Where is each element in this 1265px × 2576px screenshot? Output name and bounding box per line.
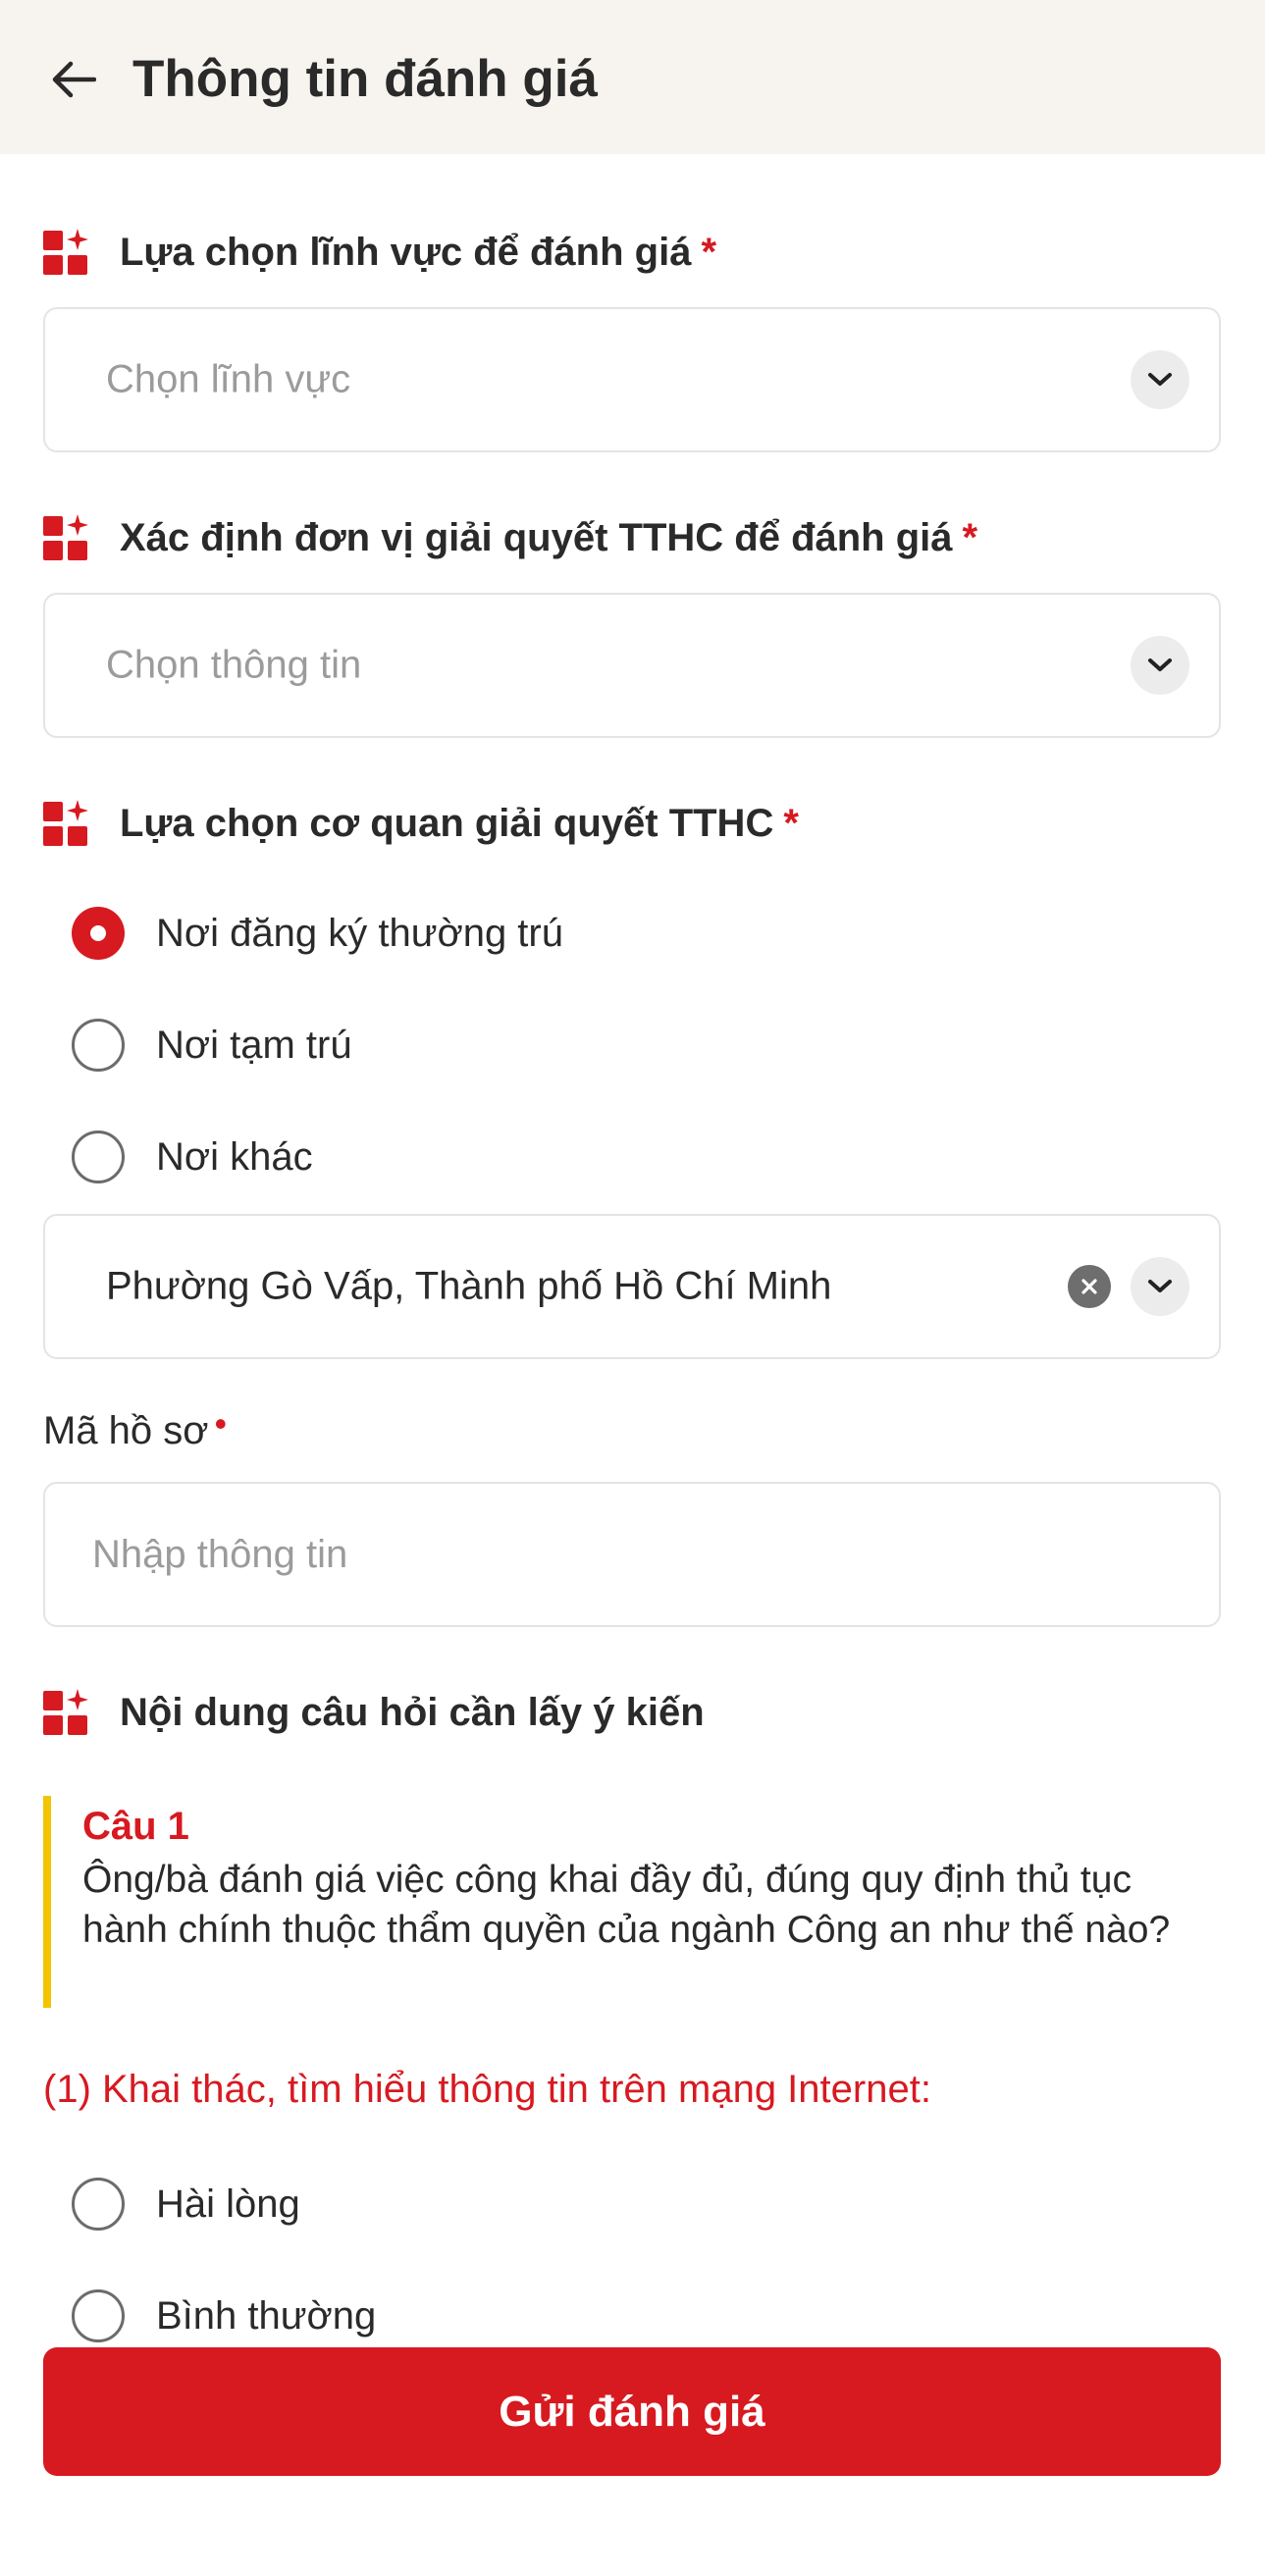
- chevron-down-icon: [1148, 373, 1172, 386]
- field-select-dropdown-button[interactable]: [1131, 350, 1189, 409]
- submit-button[interactable]: Gửi đánh giá: [43, 2347, 1221, 2476]
- section-grid-icon: [43, 514, 88, 560]
- radio-label: Nơi khác: [156, 1134, 313, 1179]
- radio-option-other[interactable]: Nơi khác: [72, 1128, 313, 1186]
- record-code-label-text: Mã hồ sơ: [43, 1409, 209, 1452]
- section-label: Nội dung câu hỏi cần lấy ý kiến: [120, 1690, 705, 1734]
- question-text: Ông/bà đánh giá việc công khai đầy đủ, đ…: [82, 1859, 1171, 1951]
- radio-label: Bình thường: [156, 2293, 377, 2338]
- chevron-down-icon: [1148, 1280, 1172, 1292]
- sub-question-label: (1) Khai thác, tìm hiểu thông tin trên m…: [43, 2068, 931, 2111]
- section-grid-icon: [43, 800, 88, 846]
- record-code-label: Mã hồ sơ •: [43, 1403, 227, 1453]
- radio-button[interactable]: [72, 2178, 125, 2231]
- required-mark: *: [962, 515, 978, 559]
- unit-select[interactable]: Chọn thông tin: [43, 593, 1221, 738]
- section-title-questions: Nội dung câu hỏi cần lấy ý kiến: [43, 1683, 705, 1742]
- back-arrow-icon: [52, 61, 96, 98]
- location-dropdown-button[interactable]: [1131, 1257, 1189, 1316]
- location-clear-button[interactable]: [1068, 1265, 1111, 1308]
- record-code-input[interactable]: [43, 1482, 1221, 1627]
- required-mark: *: [783, 801, 799, 845]
- unit-select-placeholder: Chọn thông tin: [106, 643, 362, 687]
- radio-button[interactable]: [72, 2289, 125, 2342]
- radio-option-satisfied[interactable]: Hài lòng: [72, 2175, 300, 2234]
- radio-option-temporary[interactable]: Nơi tạm trú: [72, 1016, 352, 1075]
- question-title: Câu 1: [82, 1805, 189, 1848]
- field-select[interactable]: Chọn lĩnh vực: [43, 307, 1221, 452]
- section-grid-icon: [43, 229, 88, 275]
- page-title: Thông tin đánh giá: [132, 50, 598, 108]
- section-label: Xác định đơn vị giải quyết TTHC để đánh …: [120, 515, 953, 559]
- clear-icon: [1081, 1279, 1097, 1294]
- radio-label: Nơi tạm trú: [156, 1023, 352, 1067]
- section-title-unit: Xác định đơn vị giải quyết TTHC để đánh …: [43, 508, 977, 567]
- location-select[interactable]: Phường Gò Vấp, Thành phố Hồ Chí Minh: [43, 1214, 1221, 1359]
- question-card: Câu 1 Ông/bà đánh giá việc công khai đầy…: [43, 1796, 1221, 2008]
- required-mark: *: [701, 230, 717, 274]
- radio-button[interactable]: [72, 1130, 125, 1183]
- section-title-agency: Lựa chọn cơ quan giải quyết TTHC *: [43, 794, 799, 853]
- radio-option-permanent[interactable]: Nơi đăng ký thường trú: [72, 904, 563, 963]
- radio-label: Hài lòng: [156, 2182, 300, 2226]
- app-header: Thông tin đánh giá: [0, 0, 1265, 154]
- location-select-value: Phường Gò Vấp, Thành phố Hồ Chí Minh: [106, 1264, 832, 1308]
- required-mark: •: [214, 1403, 228, 1444]
- radio-option-normal[interactable]: Bình thường: [72, 2287, 376, 2345]
- section-label: Lựa chọn lĩnh vực để đánh giá: [120, 230, 692, 274]
- radio-label: Nơi đăng ký thường trú: [156, 911, 563, 955]
- section-grid-icon: [43, 1689, 88, 1735]
- radio-button[interactable]: [72, 907, 125, 960]
- section-title-field: Lựa chọn lĩnh vực để đánh giá *: [43, 223, 716, 282]
- field-select-placeholder: Chọn lĩnh vực: [106, 357, 351, 401]
- chevron-down-icon: [1148, 658, 1172, 671]
- section-label: Lựa chọn cơ quan giải quyết TTHC: [120, 801, 774, 845]
- radio-button[interactable]: [72, 1019, 125, 1072]
- unit-select-dropdown-button[interactable]: [1131, 636, 1189, 695]
- back-button[interactable]: [45, 51, 102, 108]
